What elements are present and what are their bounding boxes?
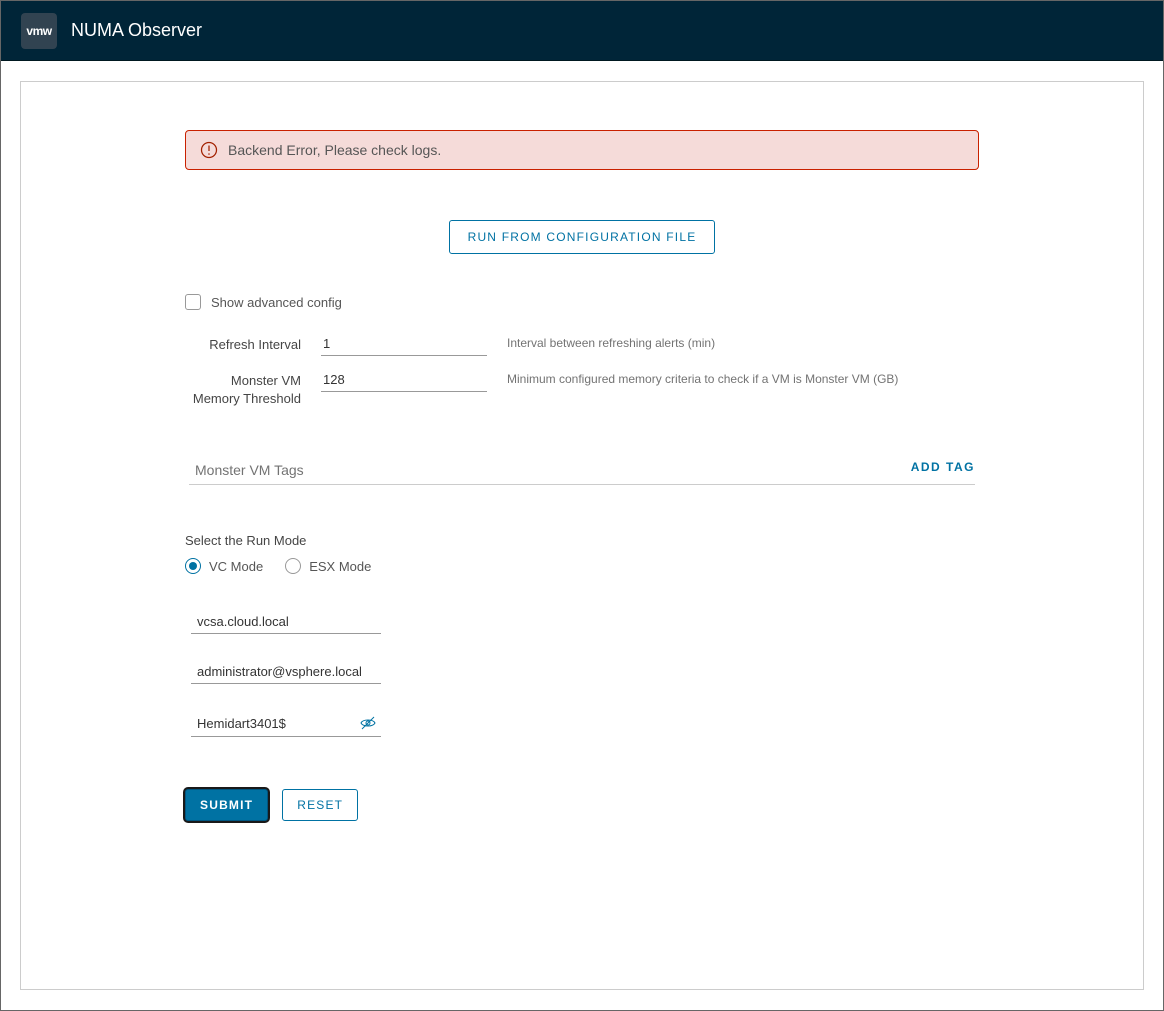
host-field-wrap	[191, 614, 381, 634]
error-alert: Backend Error, Please check logs.	[185, 130, 979, 170]
memory-threshold-input[interactable]	[321, 370, 487, 392]
app-title: NUMA Observer	[71, 20, 202, 41]
alert-message: Backend Error, Please check logs.	[228, 142, 441, 158]
advanced-config-row: Show advanced config	[185, 294, 979, 310]
advanced-config-checkbox[interactable]	[185, 294, 201, 310]
submit-button[interactable]: SUBMIT	[185, 789, 268, 821]
host-input[interactable]	[197, 614, 379, 629]
memory-threshold-label: Monster VM Memory Threshold	[185, 370, 301, 408]
radio-unselected-icon	[285, 558, 301, 574]
app-frame: vmw NUMA Observer Backend Error, Please …	[0, 0, 1164, 1011]
eye-off-icon	[359, 714, 377, 732]
tags-section-header: Monster VM Tags ADD TAG	[185, 456, 979, 484]
app-header: vmw NUMA Observer	[1, 1, 1163, 61]
tags-section-title: Monster VM Tags	[195, 462, 304, 478]
credentials-group	[191, 614, 979, 737]
tags-divider	[189, 484, 975, 485]
config-card: Backend Error, Please check logs. RUN FR…	[20, 81, 1144, 990]
memory-threshold-hint: Minimum configured memory criteria to ch…	[507, 370, 898, 386]
main-outer: Backend Error, Please check logs. RUN FR…	[1, 61, 1163, 1010]
brand-logo: vmw	[21, 13, 57, 49]
refresh-interval-label: Refresh Interval	[185, 334, 301, 354]
password-field-wrap	[191, 714, 381, 737]
form-actions: SUBMIT RESET	[185, 789, 979, 821]
toggle-password-visibility-button[interactable]	[357, 714, 379, 732]
reset-button[interactable]: RESET	[282, 789, 358, 821]
run-config-button[interactable]: RUN FROM CONFIGURATION FILE	[449, 220, 716, 254]
run-config-row: RUN FROM CONFIGURATION FILE	[185, 220, 979, 254]
runmode-radio-group: VC Mode ESX Mode	[185, 558, 979, 574]
alert-icon	[200, 141, 218, 159]
refresh-interval-hint: Interval between refreshing alerts (min)	[507, 334, 715, 350]
add-tag-button[interactable]: ADD TAG	[911, 456, 975, 478]
runmode-title: Select the Run Mode	[185, 533, 979, 548]
runmode-vc-label: VC Mode	[209, 559, 263, 574]
password-input[interactable]	[197, 716, 357, 731]
radio-selected-icon	[185, 558, 201, 574]
username-input[interactable]	[197, 664, 379, 679]
refresh-interval-input[interactable]	[321, 334, 487, 356]
runmode-esx-label: ESX Mode	[309, 559, 371, 574]
runmode-vc-radio[interactable]: VC Mode	[185, 558, 263, 574]
refresh-interval-row: Refresh Interval Interval between refres…	[185, 334, 979, 356]
username-field-wrap	[191, 664, 381, 684]
runmode-esx-radio[interactable]: ESX Mode	[285, 558, 371, 574]
memory-threshold-row: Monster VM Memory Threshold Minimum conf…	[185, 370, 979, 408]
advanced-config-label: Show advanced config	[211, 295, 342, 310]
